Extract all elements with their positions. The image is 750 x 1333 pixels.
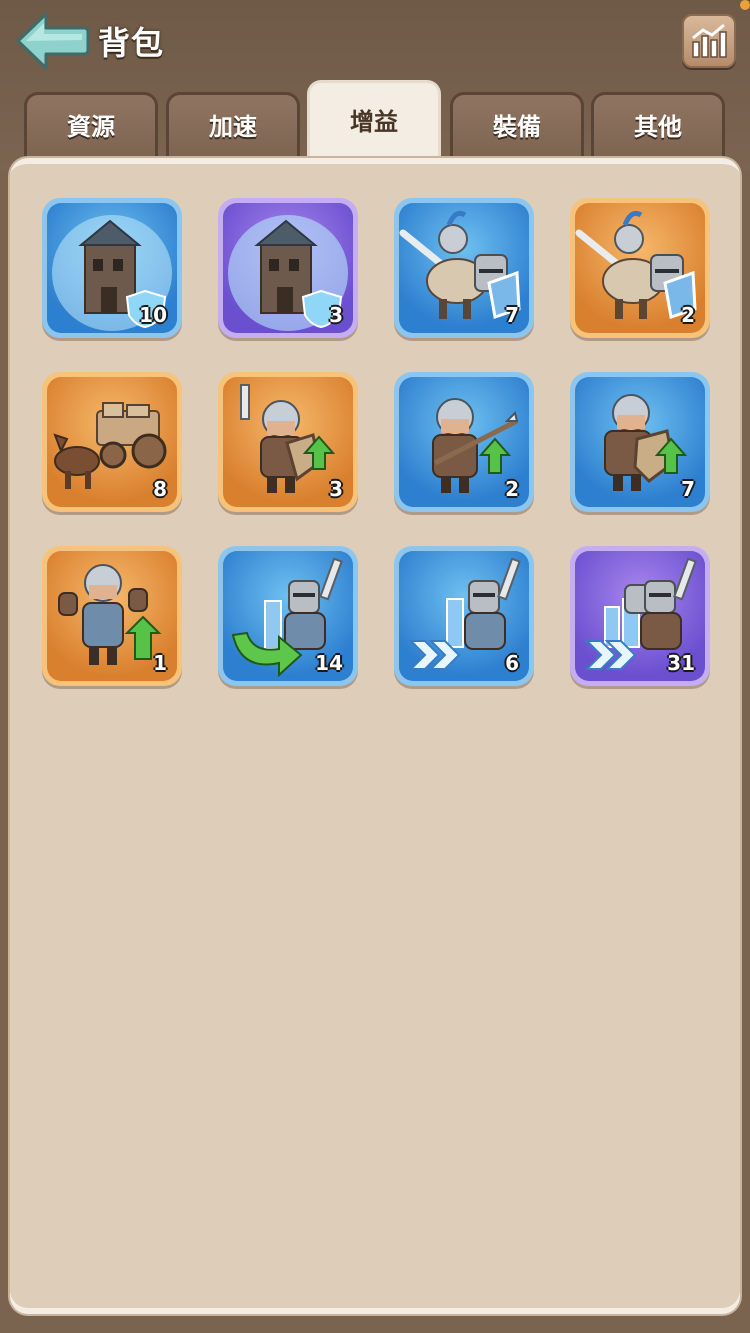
item-count: 2	[681, 303, 695, 327]
item-slot[interactable]: 7	[394, 198, 534, 338]
stats-button[interactable]	[682, 14, 736, 68]
item-count: 3	[329, 303, 343, 327]
item-slot[interactable]: 2	[394, 372, 534, 512]
back-button[interactable]	[14, 10, 90, 72]
tab-resources[interactable]: 資源	[24, 92, 158, 162]
tab-speedups[interactable]: 加速	[166, 92, 300, 162]
item-count: 10	[139, 303, 167, 327]
page-title: 背包	[98, 24, 165, 62]
item-slot[interactable]: 3	[218, 198, 358, 338]
item-count: 7	[505, 303, 519, 327]
item-count: 8	[153, 477, 167, 501]
item-count: 3	[329, 477, 343, 501]
bar-chart-icon	[692, 23, 727, 58]
item-count: 7	[681, 477, 695, 501]
item-slot[interactable]: 7	[570, 372, 710, 512]
item-slot[interactable]: 2	[570, 198, 710, 338]
item-slot[interactable]: 1	[42, 546, 182, 686]
item-count: 14	[315, 651, 343, 675]
item-count: 31	[667, 651, 695, 675]
item-slot[interactable]: 10	[42, 198, 182, 338]
item-count: 1	[153, 651, 167, 675]
item-slot[interactable]: 14	[218, 546, 358, 686]
notification-dot	[740, 0, 750, 10]
item-slot[interactable]: 3	[218, 372, 358, 512]
item-count: 2	[505, 477, 519, 501]
item-slot[interactable]: 8	[42, 372, 182, 512]
tab-boosts[interactable]: 增益	[307, 80, 441, 164]
item-slot[interactable]: 31	[570, 546, 710, 686]
item-count: 6	[505, 651, 519, 675]
back-arrow-icon	[16, 12, 90, 70]
item-slot[interactable]: 6	[394, 546, 534, 686]
tab-others[interactable]: 其他	[591, 92, 725, 162]
tab-equipment[interactable]: 裝備	[450, 92, 584, 162]
